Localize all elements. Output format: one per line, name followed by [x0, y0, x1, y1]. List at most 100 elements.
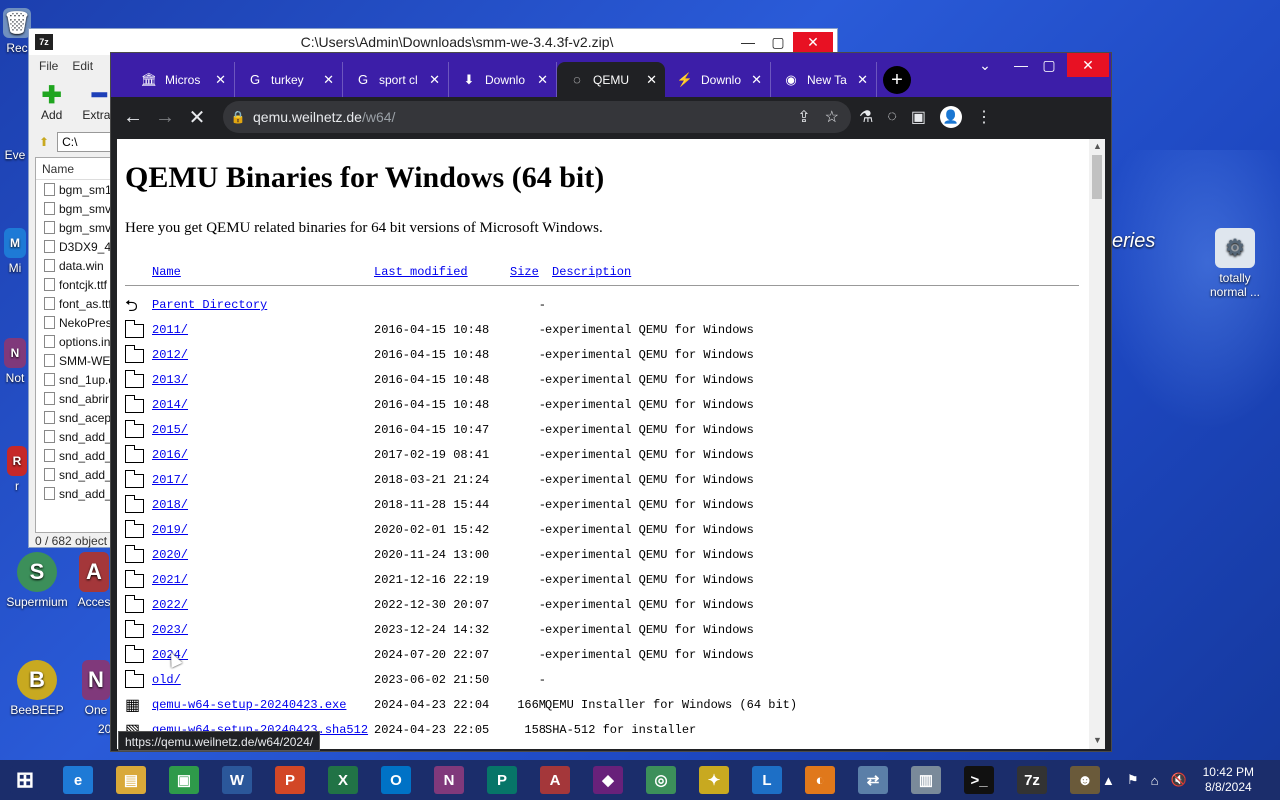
taskbar-outlook[interactable]: O: [373, 760, 419, 800]
tab-close-icon[interactable]: ✕: [857, 72, 868, 88]
chrome-window[interactable]: 🏛 Micros ✕ Gturkey ✕ Gsport cl ✕ ⬇ Downlo ✕ ◌ QEMU ✕…: [110, 52, 1112, 752]
share-icon[interactable]: ⇪: [797, 107, 810, 127]
entry-link[interactable]: 2019/: [152, 523, 188, 537]
minimize-button[interactable]: —: [733, 34, 763, 50]
entry-link[interactable]: 2011/: [152, 323, 188, 337]
extension-flask-icon[interactable]: ⚗: [859, 107, 873, 127]
entry-link[interactable]: 2022/: [152, 598, 188, 612]
column-header-description[interactable]: Description: [552, 265, 631, 279]
taskbar-archive-app[interactable]: ▥: [903, 760, 949, 800]
parent-directory-link[interactable]: Parent Directory: [152, 298, 267, 312]
taskbar-excel[interactable]: X: [320, 760, 366, 800]
forward-button[interactable]: →: [149, 101, 181, 133]
taskbar-onenote[interactable]: N: [426, 760, 472, 800]
tab-3[interactable]: Gsport cl ✕: [343, 62, 449, 97]
scroll-up-arrow-icon[interactable]: ▲: [1093, 141, 1102, 151]
volume-muted-icon[interactable]: 🔇: [1170, 772, 1186, 788]
scroll-down-arrow-icon[interactable]: ▼: [1093, 735, 1102, 745]
bee-icon: B: [17, 660, 57, 700]
entry-link[interactable]: 2018/: [152, 498, 188, 512]
taskbar-powerpoint[interactable]: P: [267, 760, 313, 800]
taskbar-terminal[interactable]: >_: [956, 760, 1002, 800]
entry-link[interactable]: old/: [152, 673, 181, 687]
taskbar-store[interactable]: ▣: [161, 760, 207, 800]
tab-close-icon[interactable]: ✕: [323, 72, 334, 88]
desktop-icon-onenote[interactable]: N One: [80, 660, 112, 717]
entry-link[interactable]: 2013/: [152, 373, 188, 387]
stop-button[interactable]: ✕: [181, 101, 213, 133]
tab-search-button[interactable]: ⌄: [967, 53, 1003, 77]
tab-close-icon[interactable]: ✕: [429, 72, 440, 88]
close-button[interactable]: ✕: [793, 32, 833, 52]
lock-icon[interactable]: 🔒: [223, 110, 253, 124]
tab-4[interactable]: ⬇ Downlo ✕: [449, 62, 557, 97]
taskbar-visual-studio[interactable]: ◆: [585, 760, 631, 800]
loading-icon[interactable]: ◌: [887, 108, 897, 126]
entry-link[interactable]: 2012/: [152, 348, 188, 362]
desktop-icon-mi[interactable]: M Mi: [2, 228, 28, 275]
menu-file[interactable]: File: [39, 59, 58, 73]
desktop-icon-beebeep[interactable]: B BeeBEEP: [2, 660, 72, 717]
tab-close-icon[interactable]: ✕: [751, 72, 762, 88]
back-button[interactable]: ←: [117, 101, 149, 133]
side-panel-icon[interactable]: ▣: [911, 107, 926, 127]
path-input[interactable]: C:\: [57, 132, 118, 152]
app-icon: M: [4, 228, 26, 258]
taskbar-file-explorer[interactable]: ▤: [108, 760, 154, 800]
menu-edit[interactable]: Edit: [72, 59, 93, 73]
column-header-last-modified[interactable]: Last modified: [374, 265, 468, 279]
up-folder-icon[interactable]: ⬆: [39, 135, 49, 149]
clock[interactable]: 10:42 PM 8/8/2024: [1203, 765, 1254, 795]
tab-2[interactable]: Gturkey ✕: [235, 62, 343, 97]
desktop-icon-access[interactable]: A Acces: [76, 552, 112, 609]
column-header-size[interactable]: Size: [510, 265, 539, 279]
taskbar-lync[interactable]: L: [744, 760, 790, 800]
taskbar-beebeep[interactable]: ✦: [691, 760, 737, 800]
column-header-name[interactable]: Name: [152, 265, 181, 279]
desktop-icon-supermium[interactable]: S Supermium: [2, 552, 72, 609]
taskbar-seven-zip[interactable]: 7z: [1009, 760, 1055, 800]
desktop-icon-eve[interactable]: Eve: [2, 148, 28, 162]
entry-link[interactable]: qemu-w64-setup-20240423.exe: [152, 698, 346, 712]
entry-link[interactable]: 2020/: [152, 548, 188, 562]
scroll-thumb[interactable]: [1092, 155, 1102, 199]
tray-overflow-icon[interactable]: ▲: [1102, 773, 1115, 788]
scrollbar[interactable]: ▲ ▼: [1089, 139, 1105, 749]
menu-kebab-icon[interactable]: ⋮: [976, 107, 992, 127]
action-center-flag-icon[interactable]: ⚑: [1127, 772, 1139, 788]
tab-close-icon[interactable]: ✕: [537, 72, 548, 88]
new-tab-button[interactable]: +: [883, 66, 911, 94]
desktop-icon-totally-normal[interactable]: ⚙ totally normal ...: [1200, 228, 1270, 299]
taskbar-network-app[interactable]: ⇄: [850, 760, 896, 800]
entry-link[interactable]: 2017/: [152, 473, 188, 487]
entry-link[interactable]: 2015/: [152, 423, 188, 437]
taskbar-access[interactable]: A: [532, 760, 578, 800]
desktop-icon-r[interactable]: R r: [6, 446, 28, 493]
tab-close-icon[interactable]: ✕: [215, 72, 226, 88]
network-icon[interactable]: ⌂: [1151, 773, 1159, 788]
taskbar-start[interactable]: ⊞: [2, 760, 48, 800]
taskbar-publisher[interactable]: P: [479, 760, 525, 800]
entry-link[interactable]: 2023/: [152, 623, 188, 637]
entry-link[interactable]: 2021/: [152, 573, 188, 587]
taskbar-word[interactable]: W: [214, 760, 260, 800]
address-bar[interactable]: 🔒 qemu.weilnetz.de/w64/ ⇪ ☆: [223, 101, 851, 133]
desktop-icon-not[interactable]: N Not: [2, 338, 28, 385]
maximize-button[interactable]: ▢: [763, 34, 793, 51]
profile-avatar-icon[interactable]: 👤: [939, 106, 962, 128]
taskbar-ball-app[interactable]: ◐: [797, 760, 843, 800]
entry-link[interactable]: 2014/: [152, 398, 188, 412]
taskbar-supermium[interactable]: ◎: [638, 760, 684, 800]
tab-7[interactable]: ◉ New Ta ✕: [771, 62, 877, 97]
close-button[interactable]: ✕: [1067, 53, 1109, 77]
add-button[interactable]: ✚ Add: [41, 77, 62, 129]
last-modified: 2020-11-24 13:00: [374, 548, 490, 562]
tab-close-icon[interactable]: ✕: [646, 72, 657, 88]
tab-5[interactable]: ◌ QEMU ✕: [557, 62, 665, 97]
tab-6[interactable]: ⚡ Downlo ✕: [665, 62, 771, 97]
taskbar-internet-explorer[interactable]: e: [55, 760, 101, 800]
maximize-button[interactable]: ▢: [1031, 53, 1067, 77]
entry-link[interactable]: 2016/: [152, 448, 188, 462]
tab-1[interactable]: 🏛 Micros ✕: [129, 62, 235, 97]
bookmark-star-icon[interactable]: ☆: [825, 107, 839, 127]
